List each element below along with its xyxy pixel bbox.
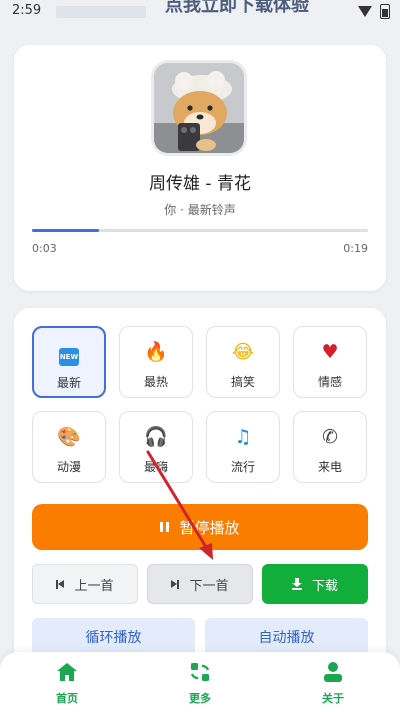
category-pop[interactable]: ♫ 流行	[206, 411, 280, 483]
category-ringtone[interactable]: ✆ 来电	[293, 411, 367, 483]
skip-next-icon	[171, 579, 180, 589]
auto-play-button[interactable]: 自动播放	[205, 618, 368, 656]
category-hype[interactable]: 🎧 最嗨	[119, 411, 193, 483]
previous-button[interactable]: 上一首	[32, 564, 138, 604]
category-label: 最嗨	[143, 460, 168, 474]
tab-home[interactable]: 首页	[27, 660, 107, 706]
notification-preview	[56, 6, 146, 18]
bottom-nav: 首页 更多 关于	[0, 652, 400, 712]
next-button[interactable]: 下一首	[147, 564, 253, 604]
home-icon	[27, 660, 107, 684]
pause-button[interactable]: 暂停播放	[32, 504, 368, 550]
battery-icon	[380, 4, 390, 19]
category-label: 最新	[56, 376, 81, 390]
tab-more[interactable]: 更多	[160, 660, 240, 706]
category-anime[interactable]: 🎨 动漫	[32, 411, 106, 483]
total-time: 0:19	[343, 242, 368, 255]
heart-icon: ♥	[321, 341, 339, 363]
palette-icon: 🎨	[57, 426, 81, 448]
loop-play-button[interactable]: 循环播放	[32, 618, 195, 656]
tab-more-label: 更多	[189, 692, 211, 705]
pause-label: 暂停播放	[179, 518, 240, 537]
fire-icon: 🔥	[144, 341, 168, 363]
next-label: 下一首	[189, 578, 229, 594]
player-card: 周传雄 - 青花 你 · 最新铃声 0:03 0:19	[14, 45, 386, 291]
category-label: 动漫	[56, 460, 81, 474]
previous-label: 上一首	[74, 578, 114, 594]
status-bar: 2:59 点我立即下载体验	[0, 0, 400, 26]
wifi-icon	[358, 6, 372, 17]
music-note-icon: ♫	[234, 426, 252, 448]
category-label: 情感	[317, 375, 342, 389]
pause-icon	[160, 522, 170, 532]
song-title: 周传雄 - 青花	[149, 174, 251, 194]
laugh-icon: 😂	[231, 341, 255, 363]
download-label: 下载	[311, 578, 338, 594]
category-hot[interactable]: 🔥 最热	[119, 326, 193, 398]
shiba-dog-cover-image	[154, 63, 244, 153]
tab-about-label: 关于	[322, 692, 344, 705]
user-icon	[293, 660, 373, 684]
status-time: 2:59	[12, 3, 42, 18]
skip-previous-icon	[56, 579, 65, 589]
category-emotion[interactable]: ♥ 情感	[293, 326, 367, 398]
current-time: 0:03	[32, 242, 57, 255]
category-label: 最热	[143, 375, 168, 389]
download-banner[interactable]: 点我立即下载体验	[165, 0, 309, 17]
headphones-icon: 🎧	[144, 426, 168, 448]
category-funny[interactable]: 😂 搞笑	[206, 326, 280, 398]
category-latest[interactable]: NEW 最新	[32, 326, 106, 398]
new-icon: NEW	[34, 342, 104, 366]
category-label: 搞笑	[230, 375, 255, 389]
status-icons	[358, 4, 390, 19]
phone-icon: ✆	[322, 426, 338, 448]
more-icon	[160, 660, 240, 684]
progress-bar[interactable]	[32, 229, 368, 232]
tab-about[interactable]: 关于	[293, 660, 373, 706]
category-label: 来电	[317, 460, 342, 474]
song-subtitle: 你 · 最新铃声	[164, 203, 236, 217]
tab-home-label: 首页	[56, 692, 78, 705]
category-label: 流行	[230, 460, 255, 474]
download-icon	[291, 578, 302, 590]
progress-fill	[32, 229, 100, 232]
download-button[interactable]: 下载	[262, 564, 368, 604]
